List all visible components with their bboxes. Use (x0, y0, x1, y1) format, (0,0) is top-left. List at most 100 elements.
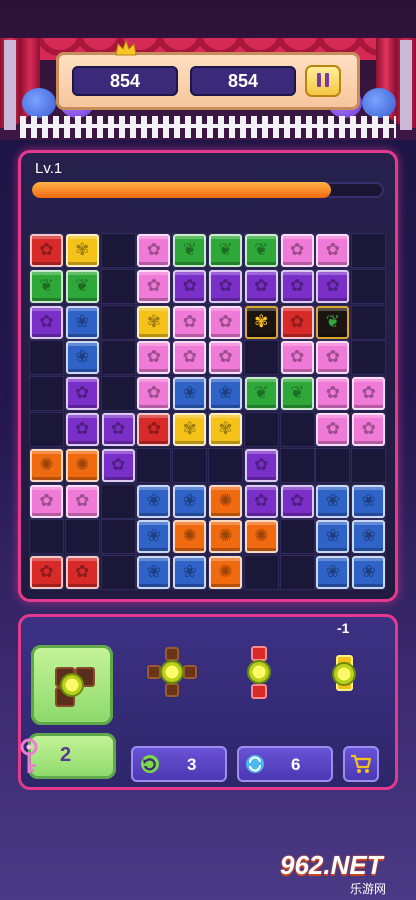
pink-flower-block: ✿ (280, 341, 314, 375)
blue-flower-block: ❀ (65, 341, 99, 375)
red-rose-block: ✿ (137, 413, 171, 446)
board-cell[interactable] (279, 555, 315, 591)
board-cell[interactable] (29, 376, 64, 412)
flower-icon: ❦ (39, 275, 54, 296)
pink-flower-block: ✿ (316, 341, 350, 375)
flower-icon: ❀ (325, 490, 341, 511)
board-cell[interactable] (243, 412, 279, 447)
board-cell[interactable] (172, 447, 208, 483)
board-cell[interactable] (100, 555, 136, 591)
piece-block[interactable] (183, 665, 197, 679)
board-cell[interactable] (351, 268, 387, 304)
purple-flower-block: ✿ (209, 269, 242, 303)
board-cell[interactable] (29, 519, 64, 555)
purple-flower-block: ✿ (280, 269, 314, 303)
flower-icon: ❀ (361, 526, 376, 547)
board-cell[interactable] (351, 447, 387, 483)
red-rose-block: ✿ (30, 556, 63, 590)
pink-flower-block: ✿ (137, 234, 171, 267)
green-leaf-block: ❦ (244, 234, 278, 267)
board-cell[interactable] (279, 519, 315, 555)
piece-block[interactable] (251, 684, 267, 699)
flower-icon: ✿ (146, 275, 162, 296)
flower-icon: ❀ (325, 562, 341, 583)
board-cell[interactable] (100, 483, 136, 519)
flower-icon: ❀ (182, 383, 197, 404)
flower-icon: ✿ (146, 240, 162, 260)
yellow-flower-block: ✾ (209, 413, 242, 446)
board-cell[interactable] (100, 376, 136, 412)
board-cell[interactable] (100, 304, 136, 340)
flower-icon: ✿ (325, 419, 341, 439)
board-cell[interactable] (351, 340, 387, 376)
board-cell[interactable] (29, 340, 64, 376)
board-cell[interactable] (279, 447, 315, 483)
board-cell[interactable] (64, 519, 100, 555)
green-leaf-block: ❦ (30, 269, 63, 303)
board-cell[interactable] (351, 233, 387, 268)
board-cell[interactable] (29, 412, 64, 447)
board-cell[interactable] (243, 555, 279, 591)
purple-flower-block: ✿ (65, 413, 99, 446)
flower-icon: ❀ (361, 490, 376, 511)
flower-icon: ✿ (75, 419, 90, 439)
orange-flower-block: ✺ (244, 520, 278, 554)
red-rose-block: ✿ (280, 305, 314, 339)
pink-flower-block: ✿ (30, 484, 63, 518)
orange-flower-block: ✺ (173, 520, 207, 554)
flower-icon: ✿ (39, 240, 54, 260)
piece-block[interactable] (165, 647, 179, 661)
board-cell[interactable] (208, 447, 243, 483)
block-grid[interactable]: ✿ ✾ ✿ ❦ ❦ ❦ ✿ ✿ ❦ ❦ ✿ ✿ ✿ ✿ ✿ ✿ ✿ ❀ ✾ ✿ ✿ ✾ ✿ ❦ ❀ ✿ ✿ ✿ ✿ ✿ ✿ ✿ ❀ ❀ ❦ ❦ ✿ ✿ ✿ ✿… (29, 233, 387, 591)
board-cell[interactable] (243, 340, 279, 376)
current-score: 854 (72, 66, 178, 96)
orange-flower-block: ✺ (65, 448, 99, 482)
pink-flower-block: ✿ (352, 413, 386, 446)
pink-flower-block: ✿ (137, 341, 171, 375)
green-leaf-block: ❦ (209, 234, 242, 267)
purple-flower-block: ✿ (244, 269, 278, 303)
yellow-flower-block: ✾ (65, 234, 99, 267)
pink-flower-block: ✿ (209, 305, 242, 339)
flower-icon: ✿ (325, 275, 341, 296)
board-cell[interactable] (315, 447, 351, 483)
pink-flower-block: ✿ (316, 413, 350, 446)
watermark-sub: 乐游网 (350, 882, 387, 896)
board-cell[interactable] (100, 519, 136, 555)
purple-flower-block: ✿ (173, 269, 207, 303)
piece-block[interactable] (165, 683, 179, 697)
pink-flower-block: ✿ (173, 341, 207, 375)
purple-flower-block: ✿ (316, 269, 350, 303)
key-icon (20, 738, 38, 773)
board-cell[interactable] (100, 233, 136, 268)
flower-icon: ✾ (182, 419, 197, 439)
flower-icon: ✿ (325, 240, 341, 260)
blue-flower-block: ❀ (173, 377, 207, 411)
key-count: 2 (60, 744, 72, 766)
shop-button[interactable] (343, 746, 379, 782)
flower-icon: ✺ (218, 562, 233, 583)
blue-flower-block: ❀ (352, 484, 386, 518)
flower-icon: ✿ (39, 490, 54, 511)
pink-flower-block: ✿ (280, 234, 314, 267)
flower-icon: ❦ (254, 383, 269, 404)
flower-icon: ❦ (325, 311, 341, 332)
flower-icon: ✿ (75, 383, 90, 404)
board-cell[interactable] (136, 447, 172, 483)
flower-icon: ❦ (182, 240, 197, 260)
flower-icon: ✿ (218, 275, 233, 296)
flower-icon: ✾ (218, 419, 233, 439)
board-cell[interactable] (279, 412, 315, 447)
board-cell[interactable] (100, 340, 136, 376)
orange-flower-block: ✺ (209, 484, 242, 518)
piece-block[interactable] (251, 646, 267, 661)
pause-button[interactable] (305, 65, 341, 97)
red-rose-block: ✿ (30, 234, 63, 267)
board-cell[interactable] (100, 268, 136, 304)
flower-bush (362, 88, 396, 118)
flower-icon: ❦ (218, 240, 233, 260)
piece-block[interactable] (147, 665, 161, 679)
board-cell[interactable] (351, 304, 387, 340)
flower-icon: ✺ (218, 490, 233, 511)
yellow-flower-block: ✾ (137, 305, 171, 339)
